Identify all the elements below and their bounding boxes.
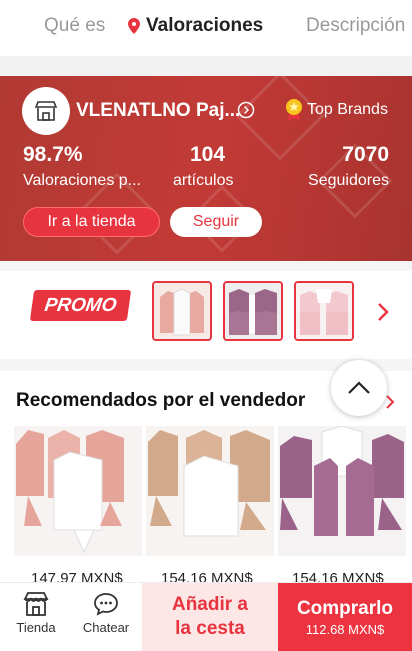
visit-store-button[interactable]: Ir a la tienda: [23, 207, 160, 237]
buy-label: Comprarlo: [296, 597, 394, 619]
store-banner: VLENATLNO Paj... Top Brands 98.7% Valora…: [0, 76, 412, 261]
add-to-cart-button[interactable]: Añadir a la cesta: [142, 583, 278, 651]
buy-price: 112.68 MXN$: [305, 621, 385, 637]
tab-description[interactable]: Descripción: [306, 15, 405, 37]
robe-image: [154, 283, 210, 339]
promo-row: PROMO: [0, 271, 412, 359]
bottom-action-bar: Tienda Chatear Añadir a la cesta Comprarl…: [0, 582, 412, 651]
promo-thumbnail[interactable]: [294, 281, 354, 341]
rating-label: Valoraciones p...: [23, 172, 141, 189]
items-value: 104: [190, 143, 226, 166]
promo-thumbnail[interactable]: [152, 281, 212, 341]
tab-reviews[interactable]: Valoraciones: [128, 15, 263, 37]
rating-value: 98.7%: [23, 143, 83, 166]
chat-nav-label: Chatear: [82, 620, 130, 635]
promo-thumbnail[interactable]: [223, 281, 283, 341]
product-card[interactable]: [278, 426, 406, 556]
divider: [0, 56, 412, 76]
tab-reviews-label: Valoraciones: [146, 15, 264, 36]
tab-overview[interactable]: Qué es: [44, 15, 105, 37]
chevron-right-icon[interactable]: [376, 302, 390, 322]
followers-label: Seguidores: [308, 172, 389, 189]
location-pin-icon: [128, 17, 140, 34]
chevron-up-icon: [348, 381, 370, 394]
storefront-icon: [35, 101, 57, 121]
chat-nav-button[interactable]: Chatear: [76, 591, 136, 635]
follow-button[interactable]: Seguir: [170, 207, 262, 237]
store-icon: [23, 592, 49, 616]
items-label: artículos: [173, 172, 234, 189]
store-logo[interactable]: [22, 87, 70, 135]
store-nav-button[interactable]: Tienda: [6, 591, 66, 635]
product-card[interactable]: [14, 426, 142, 556]
promo-tag[interactable]: PROMO: [29, 290, 132, 321]
chat-icon: [94, 593, 118, 616]
product-image: [278, 426, 406, 556]
buy-now-button[interactable]: Comprarlo 112.68 MXN$: [278, 583, 412, 651]
product-image: [146, 426, 274, 556]
cart-label-line2: la cesta: [175, 618, 245, 639]
product-image: [14, 426, 142, 556]
scroll-to-top-button[interactable]: [331, 360, 387, 416]
chevron-right-circle-icon[interactable]: [237, 101, 255, 119]
cart-label-line1: Añadir a: [171, 594, 249, 615]
store-nav-label: Tienda: [16, 620, 56, 635]
medal-icon: [286, 99, 302, 121]
followers-value: 7070: [342, 143, 389, 166]
store-name[interactable]: VLENATLNO Paj...: [76, 100, 240, 122]
robe-image: [225, 283, 281, 339]
product-card[interactable]: [146, 426, 274, 556]
robe-image: [296, 283, 352, 339]
chevron-right-icon[interactable]: [385, 394, 395, 410]
badge-label: Top Brands: [307, 101, 388, 118]
tab-bar: Qué es Valoraciones Descripción: [0, 0, 412, 56]
section-title: Recomendados por el vendedor: [16, 390, 306, 411]
divider: [0, 261, 412, 271]
top-brands-badge: Top Brands: [285, 98, 388, 122]
